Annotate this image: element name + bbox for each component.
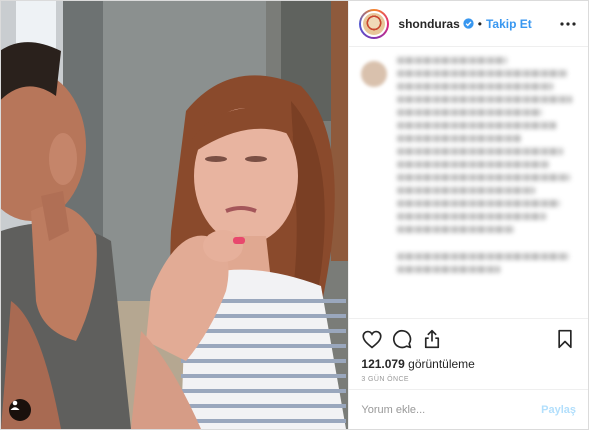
separator-dot: • bbox=[477, 16, 482, 31]
comment-icon bbox=[393, 329, 412, 349]
like-button[interactable] bbox=[361, 328, 383, 350]
post-image[interactable] bbox=[1, 1, 349, 429]
share-icon bbox=[425, 329, 440, 349]
comment-input[interactable] bbox=[361, 403, 542, 416]
comment-button[interactable] bbox=[391, 328, 413, 350]
more-options-button[interactable] bbox=[558, 14, 578, 34]
avatar-image bbox=[361, 10, 388, 37]
instagram-post: shonduras • Takip Et 121.079 görüntüleme… bbox=[0, 0, 589, 430]
more-dots-icon bbox=[560, 21, 576, 26]
post-side-panel: shonduras • Takip Et 121.079 görüntüleme… bbox=[348, 1, 588, 429]
share-button[interactable] bbox=[421, 328, 443, 350]
post-timestamp[interactable]: 3 GÜN ÖNCE bbox=[361, 376, 576, 383]
view-count-label: görüntüleme bbox=[408, 357, 475, 371]
save-button[interactable] bbox=[554, 328, 576, 350]
profile-avatar[interactable] bbox=[359, 8, 390, 39]
heart-icon bbox=[362, 330, 382, 348]
caption-avatar[interactable] bbox=[361, 61, 388, 87]
follow-button[interactable]: Takip Et bbox=[486, 17, 532, 31]
caption-area bbox=[349, 47, 588, 318]
post-header: shonduras • Takip Et bbox=[349, 1, 588, 47]
comment-form: Paylaş bbox=[349, 389, 588, 429]
view-count-number: 121.079 bbox=[361, 357, 405, 371]
user-tag-button[interactable] bbox=[9, 399, 31, 421]
user-tag-icon bbox=[10, 400, 20, 410]
post-comment-button[interactable]: Paylaş bbox=[541, 404, 576, 416]
post-photo-illustration bbox=[1, 1, 349, 429]
post-actions: 121.079 görüntüleme 3 GÜN ÖNCE bbox=[349, 318, 588, 389]
action-icons-row bbox=[361, 327, 576, 351]
view-count: 121.079 görüntüleme bbox=[361, 357, 576, 371]
verified-badge-icon bbox=[463, 18, 474, 29]
blurred-caption-text bbox=[397, 57, 574, 315]
bookmark-icon bbox=[558, 329, 572, 349]
username-link[interactable]: shonduras bbox=[398, 17, 459, 31]
